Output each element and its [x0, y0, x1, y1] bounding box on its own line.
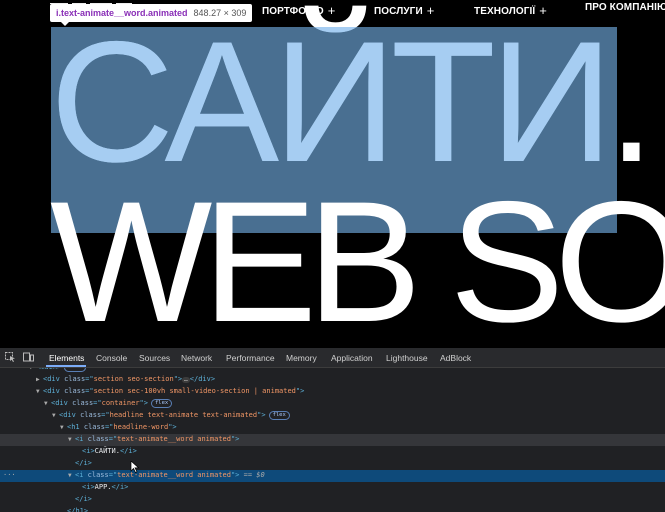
inspect-tooltip: i.text-animate__word.animated 848.27 × 3…: [50, 4, 253, 22]
expand-triangle-icon[interactable]: ▼: [29, 368, 33, 374]
flex-badge[interactable]: flex: [64, 368, 86, 372]
device-toolbar-icon[interactable]: [23, 352, 34, 362]
expand-triangle-icon[interactable]: ▼: [44, 398, 48, 410]
tab-console[interactable]: Console: [96, 353, 127, 363]
highlighted-word-text: САЙТИ. A: [51, 27, 617, 198]
flex-badge[interactable]: flex: [268, 410, 290, 420]
ellipsis-badge[interactable]: …: [182, 377, 190, 383]
dom-row-container[interactable]: ▼ <div class="container"> flex: [0, 398, 665, 410]
expand-triangle-icon[interactable]: ▼: [68, 434, 72, 446]
tab-network[interactable]: Network: [181, 353, 212, 363]
tab-performance[interactable]: Performance: [226, 353, 275, 363]
hero-line-2: WEB SO: [50, 166, 665, 348]
expand-triangle-icon[interactable]: ▼: [60, 422, 64, 434]
collapse-triangle-icon[interactable]: ▶: [36, 374, 40, 386]
dom-row-word-2-inner[interactable]: <i>APP.</i>: [0, 482, 665, 494]
devtools-tabbar: Elements Console Sources Network Perform…: [0, 348, 665, 368]
dom-row-h1[interactable]: ▼ <h1 class="headline-word">: [0, 422, 665, 434]
expand-triangle-icon[interactable]: ▼: [68, 470, 72, 482]
dom-row-video-section[interactable]: ▼ <div class="section sec-100vh small-vi…: [0, 386, 665, 398]
dom-row-seo-section[interactable]: ▶ <div class="section seo-section">… </di…: [0, 374, 665, 386]
tab-elements[interactable]: Elements: [49, 353, 84, 363]
dom-row-headline[interactable]: ▼ <div class="headline text-animate text…: [0, 410, 665, 422]
dom-tree: ▼ <main>flex ▶ <div class="section seo-s…: [0, 368, 665, 512]
devtools-panel: Elements Console Sources Network Perform…: [0, 348, 665, 512]
active-tab-indicator: [46, 365, 86, 367]
tooltip-caret: [60, 21, 70, 26]
flex-badge[interactable]: flex: [150, 398, 173, 408]
dom-row-word-1-inner[interactable]: <i>САЙТИ.</i>: [0, 446, 665, 458]
dom-row-word-1-close[interactable]: </i>: [0, 458, 665, 470]
expand-triangle-icon[interactable]: ▼: [36, 386, 40, 398]
expand-triangle-icon[interactable]: ▼: [52, 410, 56, 422]
more-actions-icon[interactable]: ···: [3, 470, 16, 482]
mouse-cursor-icon: [130, 461, 140, 473]
inspect-element-icon[interactable]: [5, 352, 16, 362]
tab-application[interactable]: Application: [331, 353, 373, 363]
dom-row-h1-close[interactable]: </h1>: [0, 506, 665, 512]
tab-lighthouse[interactable]: Lighthouse: [386, 353, 428, 363]
selected-marker: == $0: [243, 471, 265, 479]
dom-row-word-2-close[interactable]: </i>: [0, 494, 665, 506]
tooltip-dimensions: 848.27 × 309: [193, 8, 247, 18]
dom-row-word-2[interactable]: ··· ▼ <i class="text-animate__word anima…: [0, 470, 665, 482]
tab-sources[interactable]: Sources: [139, 353, 170, 363]
website-viewport: ПОРТФОЛІО + ПОСЛУГИ + ТЕХНОЛОГІЇ + ПРО КОМП…: [0, 0, 665, 348]
dom-row-word-1[interactable]: ▼ <i class="text-animate__word animated"…: [0, 434, 665, 446]
dom-row-main[interactable]: ▼ <main>flex: [0, 368, 665, 374]
tab-adblock[interactable]: AdBlock: [440, 353, 471, 363]
tooltip-selector: i.text-animate__word.animated: [56, 8, 188, 18]
tab-memory[interactable]: Memory: [286, 353, 317, 363]
